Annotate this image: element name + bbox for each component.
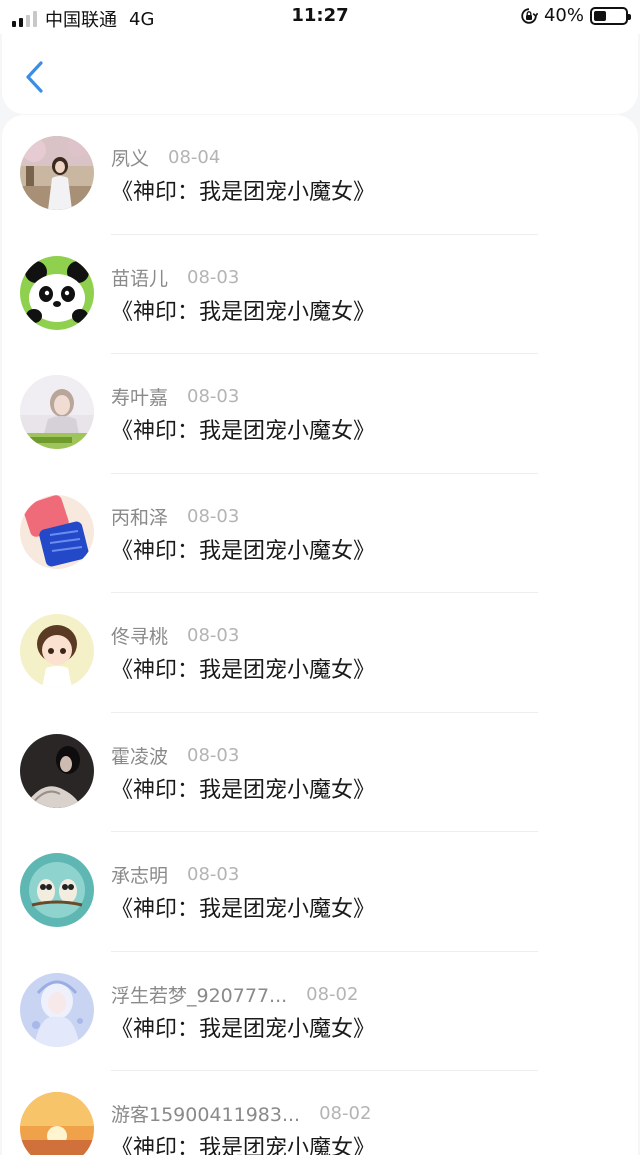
avatar	[20, 853, 94, 927]
signal-strength-icon	[12, 11, 37, 27]
list-item[interactable]: 丙和泽 08-03 《神印：我是团宠小魔女》	[2, 474, 638, 593]
avatar	[20, 494, 94, 569]
user-name: 佟寻桃	[111, 626, 169, 648]
comment-date: 08-03	[187, 864, 240, 885]
book-title: 《神印：我是团宠小魔女》	[111, 777, 376, 803]
comment-date: 08-02	[319, 1103, 372, 1124]
avatar	[20, 733, 94, 808]
avatar	[20, 972, 94, 1047]
user-name: 霍凌波	[111, 745, 169, 768]
comment-meta: 游客15900411983... 08-02	[111, 1100, 371, 1127]
comment-date: 08-02	[306, 983, 359, 1005]
list-item[interactable]: 浮生若梦_920777... 08-02 《神印：我是团宠小魔女》	[2, 952, 638, 1071]
book-title: 《神印：我是团宠小魔女》	[111, 180, 376, 205]
status-right: 40%	[520, 5, 631, 26]
user-name: 寿叶嘉	[111, 387, 169, 409]
battery-percent: 40%	[543, 5, 584, 26]
book-title: 《神印：我是团宠小魔女》	[111, 1016, 376, 1042]
network-type: 4G	[129, 8, 155, 30]
comment-meta: 夙义 08-04	[111, 144, 220, 171]
user-name: 丙和泽	[111, 506, 169, 529]
avatar	[20, 255, 94, 330]
battery-fill	[594, 10, 606, 21]
book-title: 《神印：我是团宠小魔女》	[111, 299, 376, 325]
rotation-lock-icon	[521, 7, 538, 24]
list-item[interactable]: 夙义 08-04 《神印：我是团宠小魔女》	[2, 115, 638, 235]
status-bar: 中国联通 4G 11:27 40%	[0, 0, 640, 34]
nav-bar	[2, 34, 638, 114]
carrier-label: 中国联通	[45, 10, 117, 31]
comment-meta: 承志明 08-03	[111, 861, 239, 888]
comment-date: 08-03	[187, 386, 240, 407]
list-item[interactable]: 佟寻桃 08-03 《神印：我是团宠小魔女》	[2, 593, 638, 713]
comment-list: 夙义 08-04 《神印：我是团宠小魔女》 苗语儿 08-03 《神印：我是团宠…	[2, 115, 638, 1155]
book-title: 《神印：我是团宠小魔女》	[111, 538, 376, 564]
comment-date: 08-04	[168, 147, 221, 168]
list-item[interactable]: 苗语儿 08-03 《神印：我是团宠小魔女》	[2, 235, 638, 354]
book-title: 《神印：我是团宠小魔女》	[111, 897, 376, 922]
comment-date: 08-03	[187, 505, 240, 527]
status-left: 中国联通 4G	[12, 6, 154, 32]
comment-date: 08-03	[187, 625, 240, 646]
comment-meta: 丙和泽 08-03	[111, 503, 239, 530]
avatar	[20, 614, 94, 688]
user-name: 苗语儿	[111, 267, 169, 290]
user-name: 夙义	[111, 148, 150, 170]
comment-meta: 浮生若梦_920777... 08-02	[111, 981, 358, 1008]
comment-date: 08-03	[187, 744, 240, 766]
avatar	[20, 136, 94, 210]
chevron-left-icon	[26, 61, 43, 93]
user-name: 承志明	[111, 865, 169, 887]
book-title: 《神印：我是团宠小魔女》	[111, 419, 376, 444]
list-item[interactable]: 霍凌波 08-03 《神印：我是团宠小魔女》	[2, 713, 638, 832]
user-name: 游客15900411983...	[111, 1104, 301, 1126]
back-button[interactable]	[22, 60, 52, 94]
list-item[interactable]: 承志明 08-03 《神印：我是团宠小魔女》	[2, 832, 638, 952]
user-name: 浮生若梦_920777...	[111, 984, 288, 1007]
comment-meta: 苗语儿 08-03	[111, 264, 239, 291]
avatar	[20, 375, 94, 449]
avatar	[20, 1092, 94, 1155]
list-item[interactable]: 寿叶嘉 08-03 《神印：我是团宠小魔女》	[2, 354, 638, 474]
battery-icon	[590, 6, 631, 25]
comment-meta: 霍凌波 08-03	[111, 742, 239, 769]
book-title: 《神印：我是团宠小魔女》	[111, 1136, 376, 1155]
comment-date: 08-03	[187, 266, 240, 288]
comment-meta: 佟寻桃 08-03	[111, 622, 239, 649]
book-title: 《神印：我是团宠小魔女》	[111, 658, 376, 683]
list-item[interactable]: 游客15900411983... 08-02 《神印：我是团宠小魔女》	[2, 1071, 638, 1155]
comment-meta: 寿叶嘉 08-03	[111, 383, 239, 410]
